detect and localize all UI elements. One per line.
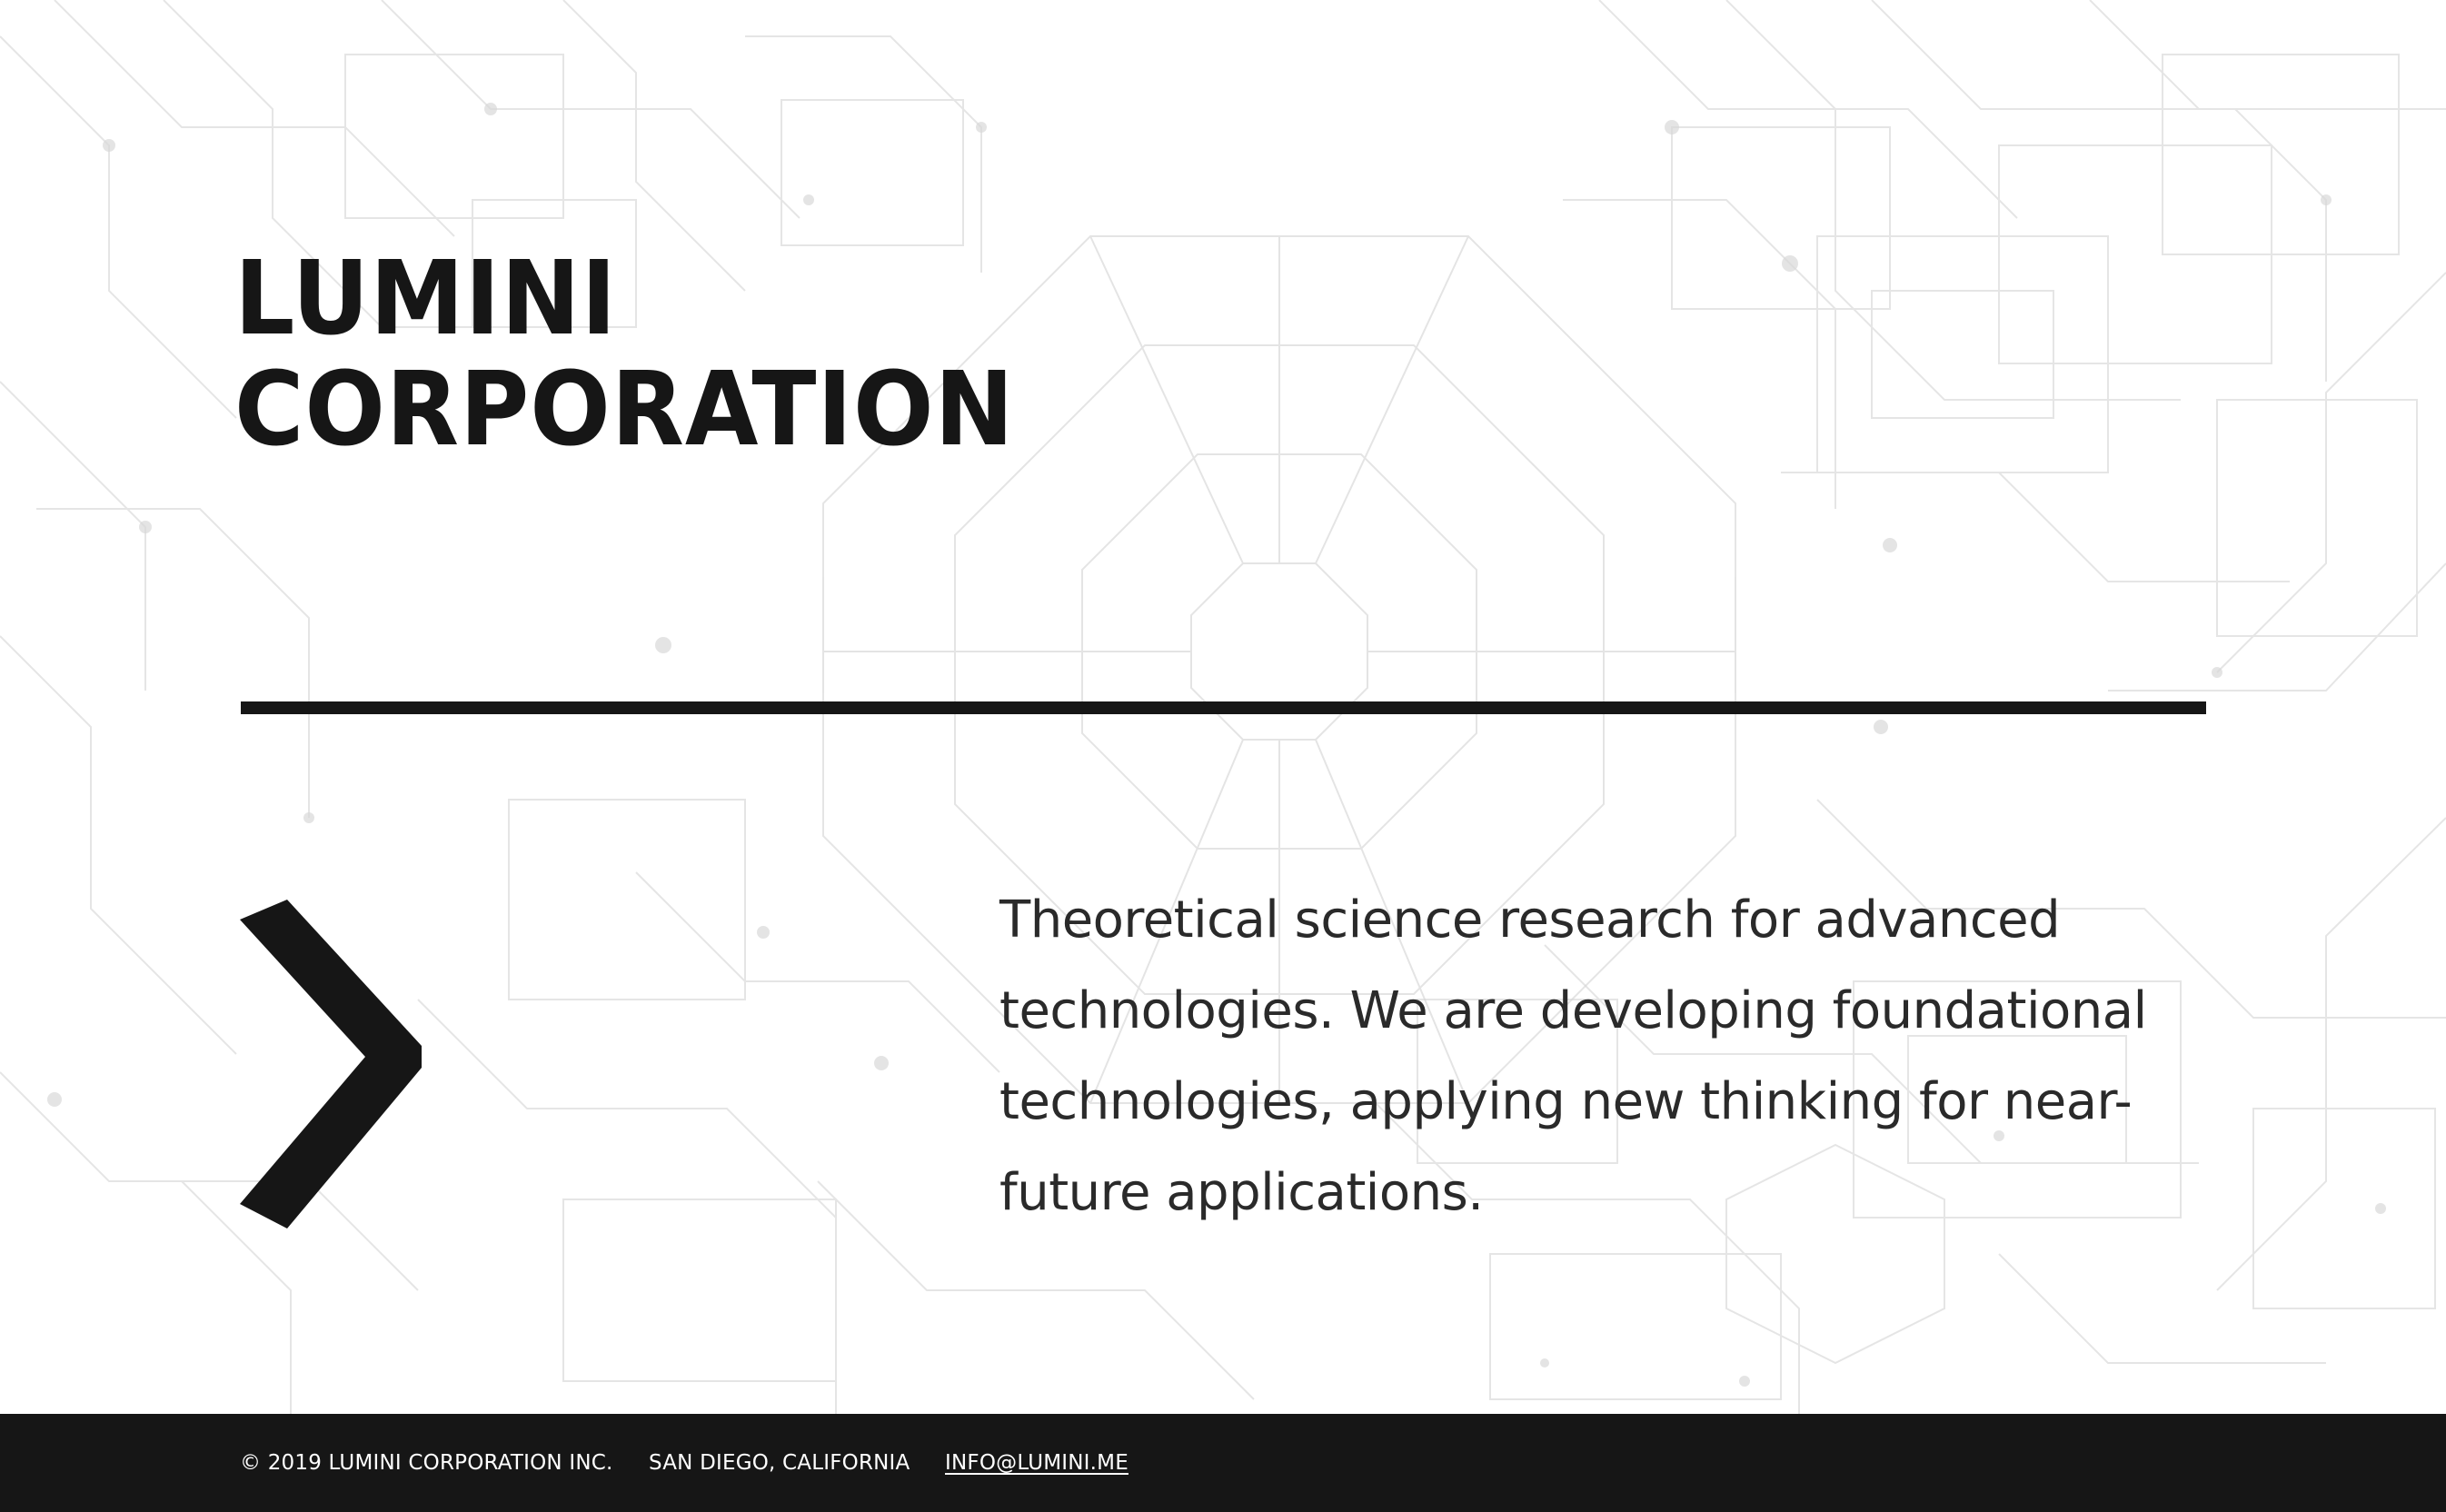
footer-email-link[interactable]: INFO@LUMINI.ME	[945, 1448, 1129, 1477]
footer-location: SAN DIEGO, CALIFORNIA	[649, 1451, 910, 1475]
brand-line-2: CORPORATION	[234, 351, 1015, 469]
footer-copyright: © 2019 LUMINI CORPORATION INC.	[240, 1451, 613, 1475]
brand-logo: LUMINI CORPORATION	[234, 244, 1015, 465]
brand-line-1: LUMINI	[234, 240, 618, 358]
footer: © 2019 LUMINI CORPORATION INC. SAN DIEGO…	[0, 1414, 2446, 1512]
tagline-text: Theoretical science research for advance…	[999, 890, 2147, 1222]
chevron-right-icon	[240, 900, 422, 1228]
horizontal-divider	[241, 701, 2206, 714]
